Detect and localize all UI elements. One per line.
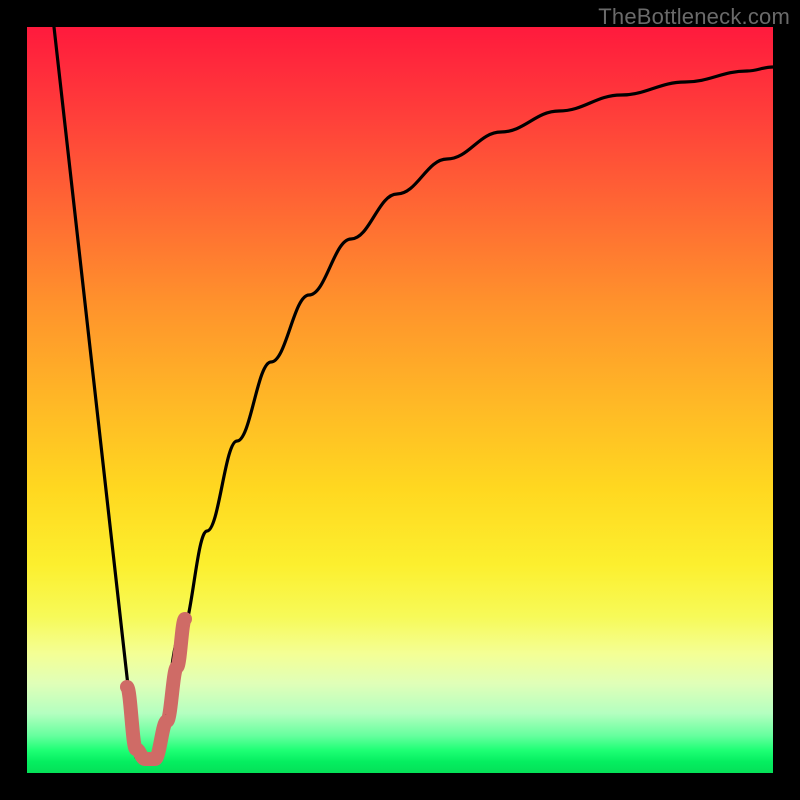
highlight-segment [127, 619, 185, 759]
watermark-text: TheBottleneck.com [598, 4, 790, 30]
chart-svg [27, 27, 773, 773]
plot-area [27, 27, 773, 773]
chart-frame: TheBottleneck.com [0, 0, 800, 800]
curve-left-branch [54, 27, 136, 757]
curve-right-branch [155, 67, 773, 759]
